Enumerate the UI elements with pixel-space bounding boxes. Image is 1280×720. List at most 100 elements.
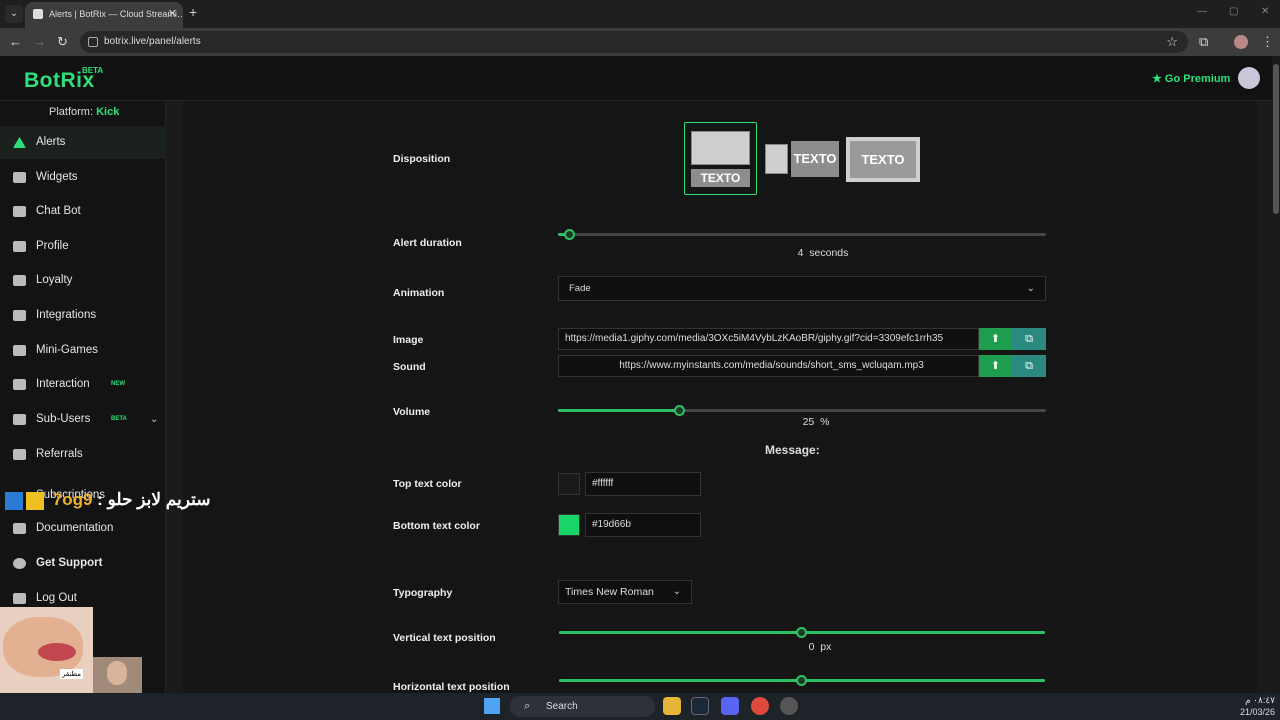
bookmark-star-icon[interactable]: ☆ [1166, 31, 1178, 53]
sidebar-item-documentation[interactable]: Documentation [0, 512, 166, 545]
typography-label: Typography [393, 587, 453, 599]
new-tab-button[interactable]: + [189, 4, 197, 20]
chrome-icon[interactable] [751, 697, 769, 715]
file-explorer-icon[interactable] [663, 697, 681, 715]
chevron-down-icon: ⌄ [672, 586, 681, 597]
reload-button[interactable]: ↻ [57, 34, 68, 50]
message-section-title: Message: [765, 443, 820, 457]
tab-title: Alerts | BotRix — Cloud Streami… [49, 9, 183, 19]
sound-library-button[interactable]: ⧉ [1012, 355, 1046, 377]
search-icon: ⌕ [524, 700, 531, 712]
logo-beta-badge: BETA [82, 66, 104, 75]
sticker-lips [38, 643, 76, 661]
disposition-option-overlay[interactable]: TEXTO [846, 137, 920, 182]
extensions-icon[interactable]: ⧉ [1199, 34, 1208, 50]
alert-duration-slider-handle[interactable] [564, 229, 575, 240]
vertical-position-slider-handle[interactable] [796, 627, 807, 638]
animation-select[interactable]: Fade ⌄ [558, 276, 1046, 301]
sidebar-item-label: Interaction [36, 378, 90, 390]
alert-duration-track[interactable] [558, 233, 1046, 236]
typography-select[interactable]: Times New Roman ⌄ [558, 580, 692, 604]
bottom-text-color-input[interactable]: #19d66b [585, 513, 701, 537]
sidebar-item-label: Sub-Users [36, 413, 91, 425]
sidebar-item-label: Get Support [36, 557, 103, 569]
gallery-icon: ⧉ [1025, 333, 1033, 345]
book-icon [13, 523, 26, 534]
sidebar-item-mini-games[interactable]: Mini-Games [0, 334, 166, 367]
browser-tab-alerts[interactable]: Alerts | BotRix — Cloud Streami… ✕ [25, 2, 183, 28]
sidebar-item-label: Profile [36, 240, 69, 252]
browser-menu-icon[interactable]: ⋮ [1261, 34, 1274, 50]
profile-avatar-icon[interactable] [1234, 35, 1248, 49]
address-bar[interactable]: botrix.live/panel/alerts ☆ [80, 31, 1188, 53]
site-info-icon[interactable] [88, 37, 98, 47]
maximize-icon[interactable]: ▢ [1229, 6, 1238, 17]
app-icon[interactable] [780, 697, 798, 715]
horizontal-position-slider-handle[interactable] [796, 675, 807, 686]
bottom-text-color-label: Bottom text color [393, 520, 480, 532]
beta-badge: BETA [111, 416, 127, 422]
sound-upload-button[interactable]: ⬆ [979, 355, 1012, 377]
sign-out-icon [13, 593, 26, 604]
sidebar: Platform: Kick Alerts Widgets Chat Bot P… [0, 101, 166, 693]
crown-icon [26, 491, 44, 510]
tab-close-icon[interactable]: ✕ [168, 2, 177, 26]
alert-duration-label: Alert duration [393, 237, 462, 249]
vertical-position-readout: 0 px [790, 641, 850, 653]
top-text-color-swatch[interactable] [558, 473, 580, 495]
sidebar-item-label: Chat Bot [36, 205, 81, 217]
disposition-option-image-top[interactable]: TEXTO [684, 122, 757, 195]
verified-icon [5, 491, 23, 510]
top-text-color-input[interactable]: #ffffff [585, 472, 701, 496]
sidebar-item-get-support[interactable]: Get Support [0, 547, 166, 580]
disposition-text: TEXTO [850, 141, 916, 178]
page-scrollbar-thumb[interactable] [1273, 64, 1279, 214]
minimize-icon[interactable]: — [1197, 6, 1207, 17]
sound-label: Sound [393, 361, 426, 373]
sidebar-item-label: Integrations [36, 309, 97, 321]
sidebar-item-profile[interactable]: Profile [0, 230, 166, 263]
steam-icon[interactable] [691, 697, 709, 715]
bottom-text-color-swatch[interactable] [558, 514, 580, 536]
chat-username: 7og9 [52, 490, 93, 509]
platform-label: Platform: [49, 106, 94, 118]
sidebar-item-loyalty[interactable]: Loyalty [0, 264, 166, 297]
alert-duration-value: 4 [797, 247, 804, 259]
chevron-down-icon[interactable]: ⌄ [150, 403, 158, 436]
volume-fill [558, 409, 680, 412]
volume-slider-handle[interactable] [674, 405, 685, 416]
sidebar-item-integrations[interactable]: Integrations [0, 299, 166, 332]
sidebar-item-referrals[interactable]: Referrals [0, 438, 166, 471]
volume-unit: % [820, 416, 830, 428]
back-button[interactable]: ← [9, 34, 22, 49]
url-text: botrix.live/panel/alerts [104, 36, 201, 47]
close-window-icon[interactable]: ✕ [1261, 6, 1269, 17]
sidebar-item-interaction[interactable]: Interaction NEW [0, 368, 166, 401]
image-upload-button[interactable]: ⬆ [979, 328, 1012, 350]
forward-button[interactable]: → [33, 34, 46, 49]
sidebar-item-chat-bot[interactable]: Chat Bot [0, 195, 166, 228]
tab-search-button[interactable]: ⌄ [5, 5, 23, 23]
taskbar-clock[interactable]: ٠٨:٤٧ م 21/03/26 [1229, 694, 1275, 718]
windows-start-icon[interactable] [484, 698, 500, 714]
alert-duration-unit: seconds [809, 247, 849, 259]
platform-value: Kick [96, 106, 120, 118]
sidebar-item-alerts[interactable]: Alerts [0, 126, 166, 159]
image-url-input[interactable]: https://media1.giphy.com/media/3OXc5iM4V… [558, 328, 979, 350]
trophy-icon [13, 275, 26, 286]
taskbar-search[interactable]: ⌕ Search [510, 696, 655, 717]
image-placeholder-icon [765, 144, 788, 174]
sidebar-item-widgets[interactable]: Widgets [0, 161, 166, 194]
sticker-caption: مطنقر [60, 669, 84, 679]
sound-url-input[interactable]: https://www.myinstants.com/media/sounds/… [558, 355, 979, 377]
sidebar-item-sub-users[interactable]: Sub-Users BETA ⌄ [0, 403, 166, 436]
discord-icon[interactable] [721, 697, 739, 715]
user-group-icon [13, 449, 26, 460]
disposition-option-image-left[interactable]: TEXTO [765, 141, 839, 177]
go-premium-link[interactable]: ★ Go Premium [1152, 72, 1230, 85]
volume-label: Volume [393, 406, 431, 418]
chat-message: ستريم لابز حلو [107, 490, 211, 509]
image-library-button[interactable]: ⧉ [1012, 328, 1046, 350]
sidebar-item-label: Documentation [36, 522, 114, 534]
user-avatar[interactable] [1238, 67, 1260, 89]
